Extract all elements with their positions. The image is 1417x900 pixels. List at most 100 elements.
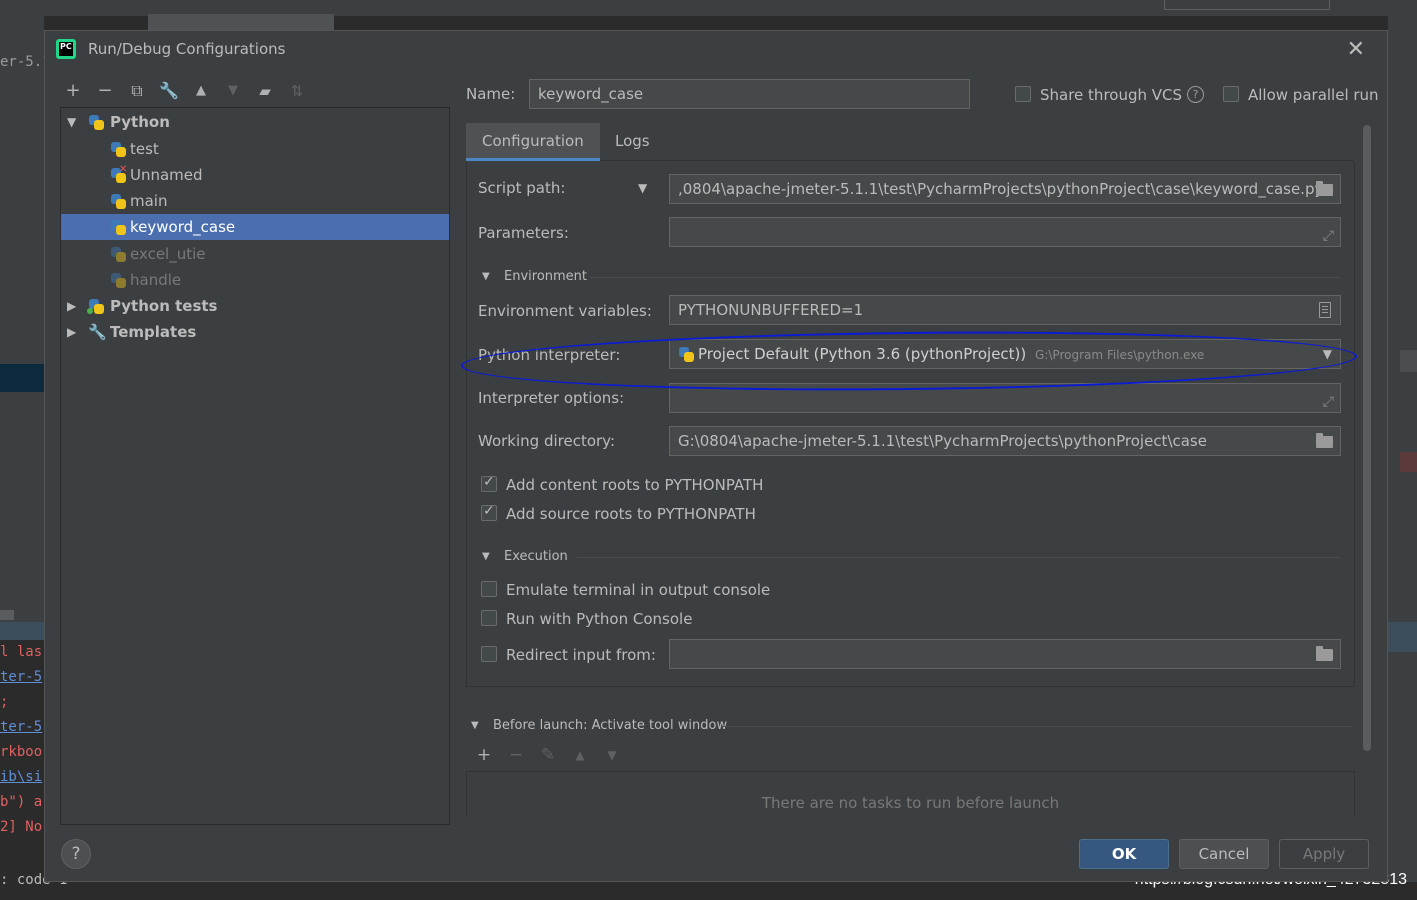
chevron-down-icon[interactable]: ▼ xyxy=(482,551,490,562)
ok-button[interactable]: OK xyxy=(1079,839,1169,869)
allow-parallel-checkbox[interactable] xyxy=(1223,86,1239,102)
chevron-down-icon[interactable]: ▼ xyxy=(1323,340,1332,368)
chevron-down-icon[interactable]: ▼ xyxy=(482,271,490,282)
execution-section-title: Execution xyxy=(504,549,568,564)
script-path-input[interactable]: ,0804\apache-jmeter-5.1.1\test\PycharmPr… xyxy=(669,174,1341,204)
tree-label: Templates xyxy=(110,323,197,341)
env-vars-value: PYTHONUNBUFFERED=1 xyxy=(678,301,864,319)
tab-logs[interactable]: Logs xyxy=(599,123,666,161)
tree-node-templates[interactable]: ▶ 🔧 Templates xyxy=(61,319,449,345)
move-down-icon[interactable]: ▼ xyxy=(223,81,243,101)
python-icon xyxy=(111,220,126,235)
move-up-icon[interactable]: ▲ xyxy=(191,81,211,101)
ide-run-config-selector[interactable] xyxy=(1164,0,1330,10)
tab-configuration[interactable]: Configuration xyxy=(466,123,600,161)
apply-button[interactable]: Apply xyxy=(1279,839,1369,869)
remove-icon[interactable]: − xyxy=(507,745,525,765)
python-icon xyxy=(111,247,126,262)
edit-icon[interactable]: ✎ xyxy=(539,745,557,765)
before-launch-tasks: There are no tasks to run before launch xyxy=(466,771,1355,817)
tree-label: Python tests xyxy=(110,297,218,315)
working-dir-value: G:\0804\apache-jmeter-5.1.1\test\Pycharm… xyxy=(678,432,1207,450)
chevron-down-icon[interactable]: ▼ xyxy=(471,720,479,731)
dialog-title: Run/Debug Configurations xyxy=(88,40,286,58)
share-vcs-checkbox[interactable] xyxy=(1015,86,1031,102)
redirect-input-field[interactable] xyxy=(669,639,1341,669)
close-icon[interactable]: ✕ xyxy=(1347,37,1365,62)
add-source-roots-label: Add source roots to PYTHONPATH xyxy=(506,505,756,523)
interpreter-label: Python interpreter: xyxy=(478,346,621,364)
chevron-right-icon[interactable]: ▶ xyxy=(67,319,81,345)
env-vars-input[interactable]: PYTHONUNBUFFERED=1 xyxy=(669,295,1341,325)
interpreter-select[interactable]: Project Default (Python 3.6 (pythonProje… xyxy=(669,339,1341,369)
folder-icon[interactable]: ▰ xyxy=(255,81,275,101)
python-error-icon: ✕ xyxy=(111,165,127,183)
output-line[interactable]: ter-5 xyxy=(0,715,44,740)
cancel-button[interactable]: Cancel xyxy=(1179,839,1269,869)
tree-item-test[interactable]: test xyxy=(61,136,449,162)
panel-scrollbar[interactable] xyxy=(1363,125,1371,751)
tree-node-python-tests[interactable]: ▶ Python tests xyxy=(61,293,449,319)
folder-icon[interactable] xyxy=(1316,433,1333,448)
tree-node-python[interactable]: ▼ Python xyxy=(61,109,449,135)
expand-icon[interactable]: ⤢ xyxy=(1323,222,1334,246)
section-divider xyxy=(722,726,1352,727)
run-python-console-checkbox[interactable] xyxy=(481,610,497,626)
ide-run-output: l las ter-5 ; ter-5 rkboo ib\si b") a 2]… xyxy=(0,640,44,900)
wrench-icon: 🔧 xyxy=(88,323,107,341)
emulate-terminal-checkbox[interactable] xyxy=(481,581,497,597)
interpreter-path: G:\Program Files\python.exe xyxy=(1035,348,1205,362)
output-line[interactable]: ter-5 xyxy=(0,665,44,690)
folder-icon[interactable] xyxy=(1316,646,1333,661)
interp-options-input[interactable]: ⤢ xyxy=(669,383,1341,413)
tree-label: main xyxy=(130,192,168,210)
add-icon[interactable]: + xyxy=(475,745,493,765)
output-line: l las xyxy=(0,644,43,660)
before-launch-toolbar: + − ✎ ▲ ▼ xyxy=(475,745,621,765)
config-tabs: Configuration Logs xyxy=(466,123,1354,161)
parameters-input[interactable]: ⤢ xyxy=(669,217,1341,247)
tree-label: Unnamed xyxy=(130,166,203,184)
chevron-right-icon[interactable]: ▶ xyxy=(67,293,81,319)
section-divider xyxy=(577,557,1340,558)
move-down-icon[interactable]: ▼ xyxy=(603,745,621,765)
tree-item-excel-utie[interactable]: excel_utie xyxy=(61,241,449,267)
tree-label: Python xyxy=(110,113,170,131)
tree-item-keyword-case[interactable]: keyword_case xyxy=(61,214,449,240)
add-icon[interactable]: + xyxy=(63,81,83,101)
working-dir-input[interactable]: G:\0804\apache-jmeter-5.1.1\test\Pycharm… xyxy=(669,426,1341,456)
folder-icon[interactable] xyxy=(1316,181,1333,196)
list-icon[interactable] xyxy=(1319,302,1331,318)
tree-label: excel_utie xyxy=(130,245,206,263)
sort-icon[interactable]: ⇅ xyxy=(287,81,307,101)
section-divider xyxy=(590,277,1340,278)
copy-icon[interactable]: ⧉ xyxy=(127,81,147,101)
expand-icon[interactable]: ⤢ xyxy=(1323,388,1334,412)
parameters-label: Parameters: xyxy=(478,224,569,242)
tree-label: keyword_case xyxy=(130,218,236,236)
add-source-roots-checkbox[interactable] xyxy=(481,503,497,521)
wrench-icon[interactable]: 🔧 xyxy=(159,81,179,101)
tree-item-handle[interactable]: handle xyxy=(61,267,449,293)
tree-label: test xyxy=(130,140,159,158)
move-up-icon[interactable]: ▲ xyxy=(571,745,589,765)
python-icon xyxy=(111,273,126,288)
ide-editor-tab[interactable] xyxy=(148,14,334,30)
remove-icon[interactable]: − xyxy=(95,81,115,101)
environment-section-title: Environment xyxy=(504,269,588,284)
help-button[interactable]: ? xyxy=(61,839,91,869)
tree-item-main[interactable]: main xyxy=(61,188,449,214)
before-launch-title: Before launch: Activate tool window xyxy=(493,718,728,733)
chevron-down-icon[interactable]: ▼ xyxy=(638,181,647,195)
allow-parallel-label: Allow parallel run xyxy=(1248,86,1379,104)
output-line[interactable]: ib\si xyxy=(0,765,44,790)
add-content-roots-label: Add content roots to PYTHONPATH xyxy=(506,476,764,494)
help-icon[interactable]: ? xyxy=(1187,86,1204,103)
ide-left-scrollbar[interactable] xyxy=(0,610,14,620)
tree-item-unnamed[interactable]: ✕ Unnamed xyxy=(61,162,449,188)
add-content-roots-checkbox[interactable] xyxy=(481,474,497,492)
redirect-input-checkbox[interactable] xyxy=(481,646,497,662)
chevron-down-icon[interactable]: ▼ xyxy=(67,109,81,135)
name-input[interactable]: keyword_case xyxy=(529,79,970,109)
env-vars-label: Environment variables: xyxy=(478,302,652,320)
